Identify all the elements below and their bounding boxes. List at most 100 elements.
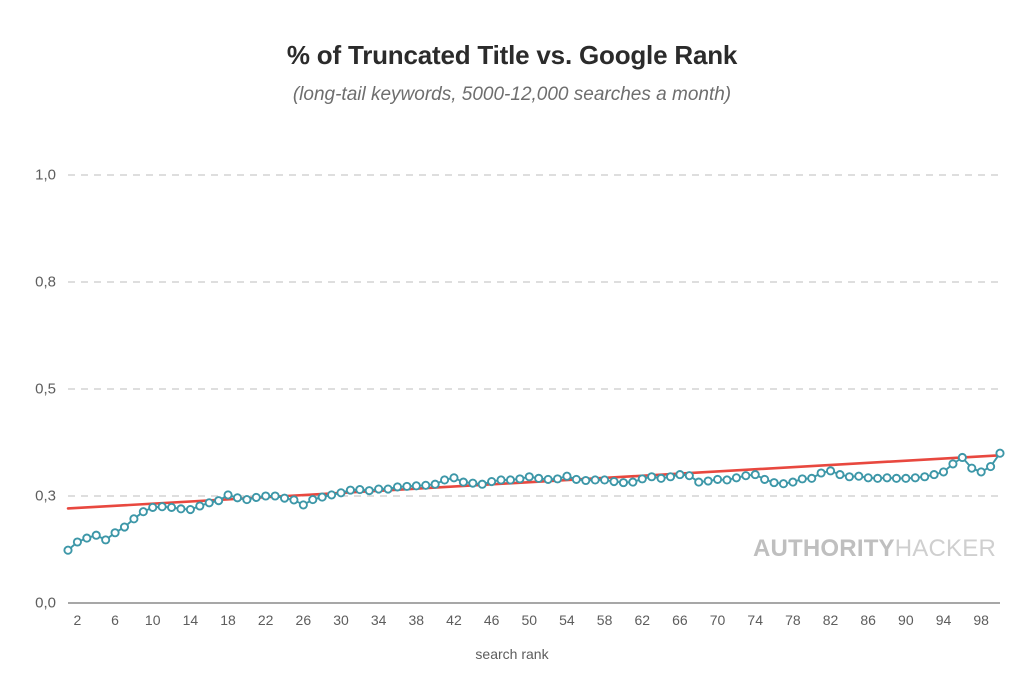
data-point [967,463,977,473]
data-point [157,502,167,512]
data-point [816,468,826,478]
x-tick-label: 34 [370,612,387,628]
data-point [788,477,798,487]
data-point [901,473,911,483]
x-tick-label: 10 [144,612,161,628]
data-point [910,473,920,483]
x-tick-label: 98 [973,612,989,628]
data-point [91,530,101,540]
data-point [647,472,657,482]
data-point [920,472,930,482]
data-point [750,470,760,480]
data-point [101,535,111,545]
data-point [976,467,986,477]
data-point [440,475,450,485]
data-point [957,452,967,463]
x-tick-label: 30 [333,612,349,628]
data-point [214,496,224,506]
data-point [232,493,242,503]
data-point [138,507,148,517]
data-point [882,473,892,483]
data-point [675,470,685,480]
data-point [637,474,647,484]
data-point [778,479,789,489]
data-point [129,514,139,524]
data-point [176,504,186,514]
data-point [317,492,327,502]
watermark-light-text: HACKER [894,535,996,562]
x-tick-label: 90 [898,612,914,628]
data-point [684,471,694,481]
data-point [552,474,563,484]
data-point [760,474,770,484]
data-point [844,472,854,482]
data-point [223,490,233,500]
x-tick-label: 94 [935,612,952,628]
data-point [618,478,628,488]
x-axis-label: search rank [475,646,549,662]
data-point [929,470,939,480]
data-point [986,462,996,472]
data-point [402,481,412,491]
data-point [477,479,487,489]
x-tick-label: 70 [709,612,726,628]
data-point [411,481,421,491]
x-tick-label: 58 [596,612,613,628]
data-point [995,448,1005,458]
data-point [703,476,713,486]
data-point [195,501,205,511]
data-point [421,480,431,490]
data-point [515,474,525,484]
y-tick-label: 0,8 [35,273,56,291]
data-point [694,477,704,487]
data-point [119,522,130,532]
data-point [524,472,534,482]
y-tick-label: 0,5 [35,380,56,398]
data-point [458,477,468,487]
x-tick-label: 54 [559,612,575,628]
data-point [383,484,393,494]
x-tick-label: 82 [822,612,839,628]
data-point [298,500,308,510]
data-point [609,476,619,487]
data-point [938,467,949,477]
plot-area [63,174,1005,604]
data-point [891,473,901,483]
data-point [543,474,553,484]
x-tick-label: 62 [634,612,651,628]
data-point [374,484,384,494]
data-point [72,537,82,547]
data-point [279,493,290,503]
data-point [289,495,299,505]
data-point [468,478,478,488]
data-point [82,533,92,543]
data-point [741,471,751,481]
data-point [242,495,252,505]
data-point [590,475,600,485]
x-tick-label: 46 [483,612,500,628]
data-point [204,498,214,508]
data-point [185,504,195,515]
y-tick-label: 1,0 [35,166,56,184]
data-point [797,474,807,484]
data-point [392,482,403,492]
x-tick-label: 50 [521,612,538,628]
data-point [600,475,610,485]
data-point [270,491,280,501]
x-tick-label: 18 [220,612,236,628]
y-tick-label: 0,0 [35,594,56,612]
data-point [327,490,337,500]
data-point [63,545,73,555]
data-point [835,470,845,480]
data-point [562,471,572,481]
data-point [148,502,158,512]
data-point [769,478,779,488]
data-point [713,474,723,484]
data-point [581,475,591,486]
data-point [873,473,883,483]
data-point [261,491,271,501]
chart-container: % of Truncated Title vs. Google Rank (lo… [0,0,1024,682]
watermark-bold-text: AUTHORITY [752,535,895,562]
data-point [826,466,836,476]
data-point [571,474,581,484]
